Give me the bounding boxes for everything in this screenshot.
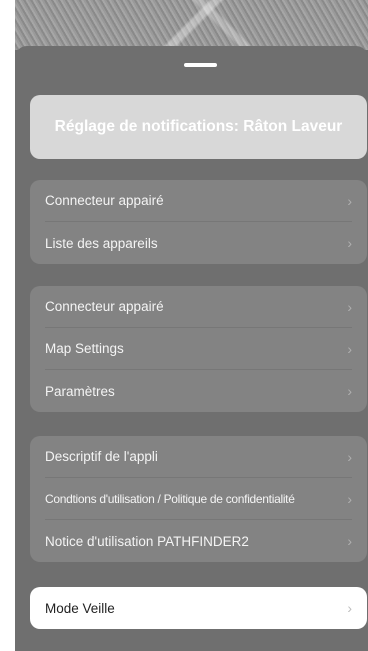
menu-item-user-manual[interactable]: Notice d'utilisation PATHFINDER2 › — [45, 520, 352, 562]
menu-item-paired-connector[interactable]: Connecteur appairé › — [45, 180, 352, 222]
chevron-right-icon: › — [347, 490, 352, 507]
chevron-right-icon: › — [347, 298, 352, 315]
menu-item-label: Paramètres — [45, 383, 115, 399]
chevron-right-icon: › — [347, 448, 352, 465]
menu-item-label: Liste des appareils — [45, 235, 158, 251]
menu-item-label: Connecteur appairé — [45, 299, 164, 314]
page-title: Réglage de notifications: Râton Laveur — [54, 118, 343, 135]
menu-item-map-settings[interactable]: Map Settings › — [45, 328, 352, 370]
chevron-right-icon: › — [347, 600, 352, 616]
menu-item-terms-privacy[interactable]: Condtions d'utilisation / Politique de c… — [45, 478, 352, 520]
menu-group-info: Descriptif de l'appli › Condtions d'util… — [30, 436, 367, 562]
phone-screen: Réglage de notifications: Râton Laveur C… — [15, 0, 368, 651]
sheet-drag-handle[interactable] — [184, 63, 217, 67]
chevron-right-icon: › — [347, 383, 352, 399]
map-background — [15, 0, 368, 50]
bottom-sheet: Réglage de notifications: Râton Laveur C… — [15, 46, 368, 651]
menu-item-label: Notice d'utilisation PATHFINDER2 — [45, 533, 249, 549]
notification-settings-banner[interactable]: Réglage de notifications: Râton Laveur — [30, 95, 367, 159]
menu-item-label: Connecteur appairé — [45, 193, 164, 208]
menu-item-paired-connector-2[interactable]: Connecteur appairé › — [45, 286, 352, 328]
menu-item-app-description[interactable]: Descriptif de l'appli › — [45, 436, 352, 478]
sleep-mode-button[interactable]: Mode Veille › — [30, 587, 367, 629]
chevron-right-icon: › — [347, 235, 352, 251]
chevron-right-icon: › — [347, 533, 352, 549]
sleep-mode-label: Mode Veille — [45, 600, 115, 616]
menu-item-label: Descriptif de l'appli — [45, 449, 158, 464]
chevron-right-icon: › — [347, 192, 352, 209]
menu-item-label: Condtions d'utilisation / Politique de c… — [45, 491, 295, 506]
menu-group-settings: Connecteur appairé › Map Settings › Para… — [30, 286, 367, 412]
menu-item-device-list[interactable]: Liste des appareils › — [45, 222, 352, 264]
chevron-right-icon: › — [347, 340, 352, 357]
menu-item-parameters[interactable]: Paramètres › — [45, 370, 352, 412]
menu-item-label: Map Settings — [45, 341, 124, 356]
menu-group-connection: Connecteur appairé › Liste des appareils… — [30, 180, 367, 264]
